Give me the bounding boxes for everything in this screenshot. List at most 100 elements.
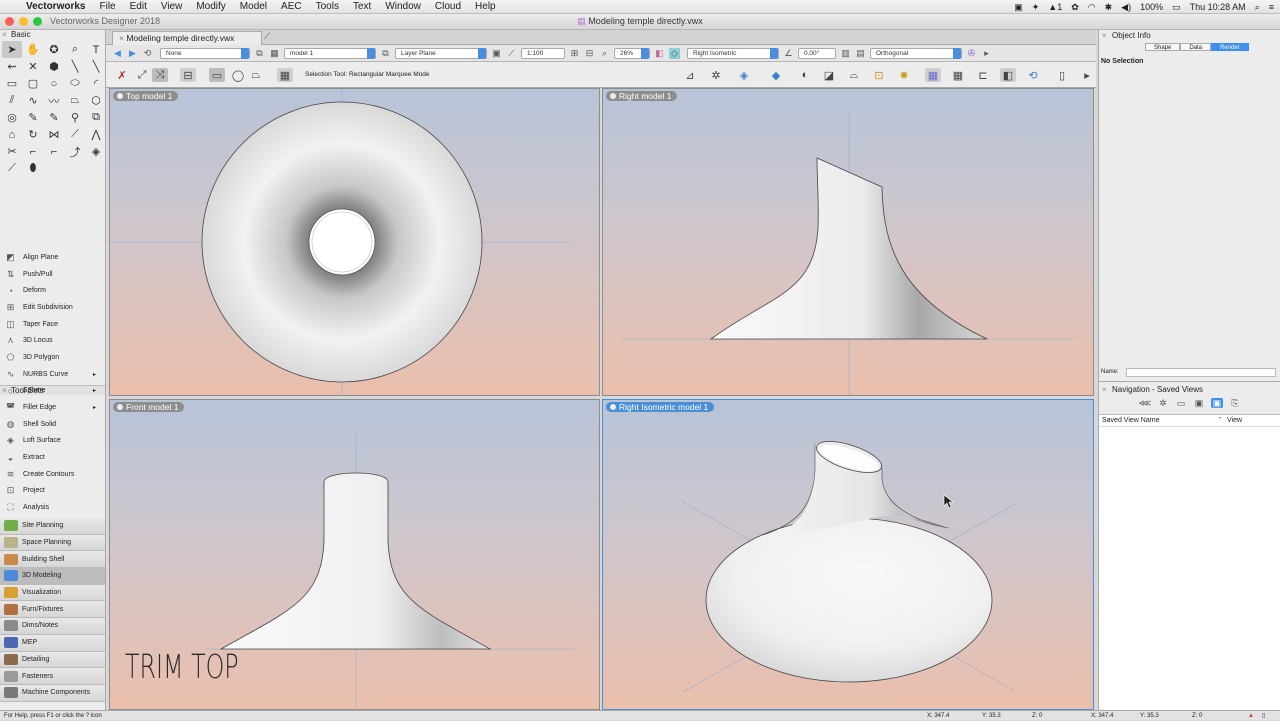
snap-to-angle-icon[interactable]: ◆ <box>768 68 784 82</box>
toolset-button[interactable]: Fasteners <box>0 668 105 685</box>
tool-item[interactable]: ⇅ Push/Pull <box>0 266 105 283</box>
menu-aec[interactable]: AEC <box>274 1 309 12</box>
selection-tool-icon[interactable]: ➤ <box>2 41 22 58</box>
classes-icon[interactable]: ⋘ <box>1139 398 1152 408</box>
toolset-button[interactable]: Space Planning <box>0 534 105 552</box>
tool-item[interactable]: ◚ Fillet Edge ▸ <box>0 399 105 416</box>
screen-record-icon[interactable]: ▣ <box>1014 2 1023 13</box>
split-tool-icon[interactable]: ⟋ <box>2 160 22 177</box>
tool-item[interactable]: ◫ Taper Face <box>0 316 105 333</box>
toolset-button[interactable]: Furn/Fixtures <box>0 601 105 619</box>
projection-dropdown[interactable]: Orthogonal <box>870 47 962 59</box>
scale-field[interactable]: 1:100 <box>521 47 565 59</box>
forward-arrow-icon[interactable]: ▶ <box>127 48 138 59</box>
measure-icon[interactable]: ⟋ <box>506 48 517 59</box>
zoom-icon[interactable]: ⌕ <box>599 48 610 59</box>
lock-movement-icon[interactable]: ⤢ <box>134 68 150 82</box>
wifi-icon[interactable]: ◠ <box>1088 2 1096 13</box>
volume-icon[interactable]: ◀) <box>1121 2 1131 13</box>
selection-options-icon[interactable]: ⊟ <box>180 68 196 82</box>
document-tab[interactable]: × Modeling temple directly.vwx <box>112 31 262 45</box>
shadow-icon[interactable]: ◧ <box>1000 68 1016 82</box>
rounded-rectangle-tool-icon[interactable]: ▢ <box>23 75 43 92</box>
stack-layers-icon[interactable]: ▦ <box>269 48 280 59</box>
mirror-tool-icon[interactable]: ⋈ <box>44 126 64 143</box>
callout-tool-icon[interactable]: ⇜ <box>2 58 22 75</box>
toolset-button[interactable]: Detailing <box>0 651 105 669</box>
tab-shape[interactable]: Shape <box>1145 43 1181 51</box>
menu-text[interactable]: Text <box>346 1 378 12</box>
angle-icon[interactable]: ∠ <box>783 48 794 59</box>
save-view-icon[interactable]: ▣ <box>491 48 502 59</box>
single-object-interactive-scaling-icon[interactable]: ⤨ <box>152 68 168 82</box>
disable-interactive-scaling-icon[interactable]: ✗ <box>114 68 130 82</box>
toolset-button[interactable]: Site Planning <box>0 518 105 535</box>
angle-field[interactable]: 0.00° <box>798 47 836 59</box>
spiral-tool-icon[interactable]: ◎ <box>2 109 22 126</box>
smart-edge-icon[interactable]: ◪ <box>821 68 837 82</box>
menu-help[interactable]: Help <box>468 1 503 12</box>
viewport-label-right-isometric[interactable]: Right Isometric model 1 <box>606 402 715 412</box>
pan-tool-icon[interactable]: ✋ <box>23 41 43 58</box>
col-view[interactable]: View <box>1227 415 1242 426</box>
flyover-tool-icon[interactable]: ✪ <box>44 41 64 58</box>
lasso-marquee-mode-icon[interactable]: ◯ <box>230 68 246 82</box>
sheet-layers-icon[interactable]: ▭ <box>1175 398 1187 408</box>
arc-tool-icon[interactable]: ◜ <box>86 75 106 92</box>
sort-chevron-icon[interactable]: ⌃ <box>1217 415 1227 426</box>
tool-item[interactable]: ◒ Extract <box>0 449 105 466</box>
class-options-icon[interactable]: ⧉ <box>254 48 265 59</box>
toolset-button[interactable]: Building Shell <box>0 551 105 569</box>
polygon-tool-icon[interactable]: ⏢ <box>65 92 85 109</box>
toolset-button[interactable]: Machine Components <box>0 684 105 702</box>
toolset-button[interactable]: 3D Modeling <box>0 568 105 585</box>
light-icon[interactable]: ✸ <box>896 68 912 82</box>
toolset-button[interactable]: Dims/Notes <box>0 618 105 635</box>
toolset-button[interactable]: MEP <box>0 634 105 652</box>
symbol-insertion-tool-icon[interactable]: ⬮ <box>23 160 43 177</box>
dropbox-icon[interactable]: ✦ <box>1032 2 1040 13</box>
tool-item[interactable]: ⋏ 3D Locus <box>0 332 105 349</box>
flyover-view-icon[interactable]: ◇ <box>669 47 680 59</box>
tool-item[interactable]: ◈ Loft Surface <box>0 433 105 450</box>
rotate-tool-icon[interactable]: ↻ <box>23 126 43 143</box>
chamfer-tool-icon[interactable]: ⌐ <box>44 143 64 160</box>
reshape-tool-icon[interactable]: ⟋ <box>65 126 85 143</box>
saved-views-icon[interactable]: ▣ <box>1211 398 1223 408</box>
viewport-top[interactable]: Top model 1 <box>109 88 600 396</box>
tool-item[interactable]: ⬠ 3D Polygon <box>0 349 105 366</box>
eyedropper-alt-tool-icon[interactable]: ✎ <box>44 109 64 126</box>
page-icon[interactable]: ▯ <box>1054 68 1070 82</box>
zoom-tool-icon[interactable]: ⌕ <box>65 41 85 58</box>
tool-item[interactable]: ◍ Shell Solid <box>0 416 105 433</box>
tool-item[interactable]: ○ Sphere ▸ <box>0 383 105 400</box>
snap-to-grid-icon[interactable]: ⊿ <box>682 68 698 82</box>
menu-file[interactable]: File <box>92 1 122 12</box>
regular-polygon-tool-icon[interactable]: ⬡ <box>86 92 106 109</box>
view-dropdown[interactable]: Right Isometric <box>687 47 779 59</box>
back-arrow-icon[interactable]: ◀ <box>112 48 123 59</box>
tool-item[interactable]: ⊞ Edit Subdivision <box>0 299 105 316</box>
notification-icon[interactable]: ≡ <box>1269 2 1274 12</box>
snap-to-object-icon[interactable]: ◈ <box>736 68 752 82</box>
viewports-icon[interactable]: ▣ <box>1193 398 1205 408</box>
layer-options-icon[interactable]: ⧉ <box>380 48 391 59</box>
menu-model[interactable]: Model <box>233 1 274 12</box>
connect-tool-icon[interactable]: ⤴ <box>65 143 85 160</box>
viewport-right-isometric[interactable]: Right Isometric model 1 <box>602 399 1094 710</box>
viewport-right[interactable]: Right model 1 <box>602 88 1094 396</box>
battery-percent[interactable]: 100% <box>1140 2 1163 12</box>
references-icon[interactable]: ⎘ <box>1229 398 1241 408</box>
smart-points-icon[interactable]: ◐ <box>797 68 813 82</box>
menu-vectorworks[interactable]: Vectorworks <box>19 1 92 12</box>
bluetooth-icon[interactable]: ✱ <box>1105 2 1113 13</box>
tool-item[interactable]: ◩ Align Plane <box>0 249 105 266</box>
snap-to-surface-icon[interactable]: ⌓ <box>846 68 862 82</box>
visibility-tool-icon[interactable]: ⚲ <box>65 109 85 126</box>
text-tool-icon[interactable]: T <box>86 41 106 58</box>
line-tool-icon[interactable]: ╲ <box>65 58 85 75</box>
trim-tool-icon[interactable]: ✂ <box>2 143 22 160</box>
more-options-icon[interactable]: ▸ <box>981 48 992 59</box>
snap-settings-icon[interactable]: ✲ <box>708 68 724 82</box>
grid-icon[interactable]: ▦ <box>950 68 966 82</box>
